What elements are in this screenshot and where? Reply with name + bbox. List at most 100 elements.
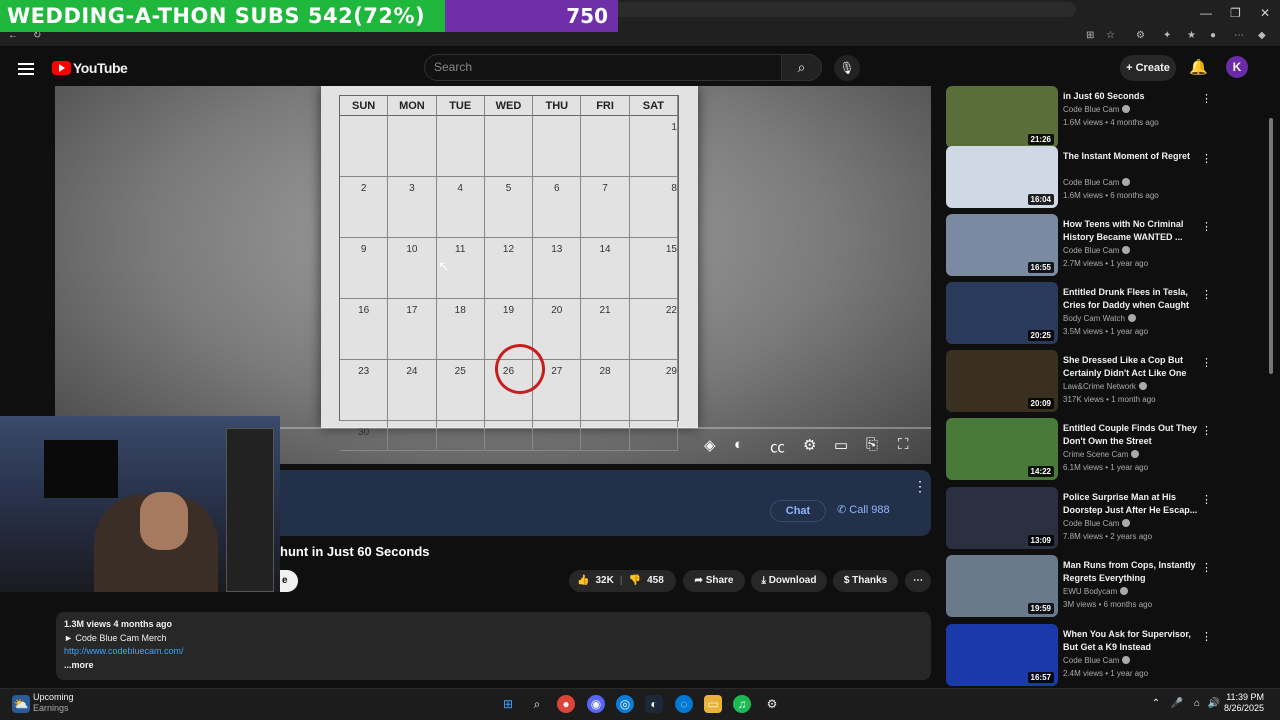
tray-volume-icon[interactable]: 🔊 <box>1205 695 1223 713</box>
more-actions-icon[interactable]: ⋮ <box>1201 630 1212 643</box>
recommended-video[interactable]: 16:04 The Instant Moment of Regret Code Bl… <box>946 146 1222 208</box>
recommended-video[interactable]: 13:09 Police Surprise Man at His Doorstep… <box>946 487 1222 549</box>
video-thumbnail[interactable]: 16:57 <box>946 624 1058 686</box>
clock[interactable]: 11:39 PM 8/26/2025 <box>1224 692 1264 714</box>
restore-icon[interactable]: ❐ <box>1230 6 1241 20</box>
settings-gear-icon[interactable]: ⚙ <box>803 436 816 454</box>
cast-icon[interactable]: ⎘ <box>866 436 878 453</box>
banner-more-icon[interactable]: ⋮ <box>913 478 927 495</box>
chat-button[interactable]: Chat <box>770 500 826 522</box>
recommended-title[interactable]: How Teens with No Criminal History Becam… <box>1063 218 1203 244</box>
channel-name[interactable]: Code Blue Cam <box>1063 656 1131 665</box>
more-actions-icon[interactable]: ⋮ <box>1201 92 1212 105</box>
video-thumbnail[interactable]: 19:59 <box>946 555 1058 617</box>
recommended-video[interactable]: 16:57 When You Ask for Supervisor, But Ge… <box>946 624 1222 686</box>
description-box[interactable]: 1.3M views 4 months ago ► Code Blue Cam … <box>56 612 931 680</box>
hamburger-menu-icon[interactable] <box>18 61 34 75</box>
merch-link[interactable]: http://www.codebluecam.com/ <box>64 645 923 659</box>
more-actions-icon[interactable]: ⋮ <box>1201 220 1212 233</box>
show-more-link[interactable]: ...more <box>64 659 923 673</box>
more-actions-icon[interactable]: ⋮ <box>1201 152 1212 165</box>
share-button[interactable]: ➦ Share <box>683 570 745 592</box>
discord-icon[interactable]: ◉ <box>587 695 605 713</box>
tray-chevron-icon[interactable]: ⌃ <box>1147 695 1165 713</box>
video-player[interactable]: SUN MON TUE WED THU FRI SAT 1 2 3 4 5 6 7 8 9 10 11 12 13 14… <box>55 86 931 464</box>
extensions-icon[interactable]: ✦ <box>1163 30 1171 41</box>
close-icon[interactable]: ✕ <box>1260 6 1270 20</box>
recommended-title[interactable]: The Instant Moment of Regret <box>1063 150 1203 163</box>
call-988-button[interactable]: ✆ Call 988 <box>837 503 890 516</box>
notifications-bell-icon[interactable]: 🔔 <box>1189 58 1208 76</box>
recommended-title[interactable]: Police Surprise Man at His Doorstep Just… <box>1063 491 1203 517</box>
tray-network-icon[interactable]: ⌂ <box>1188 695 1206 713</box>
tray-mic-icon[interactable]: 🎤 <box>1168 695 1186 713</box>
copilot-icon[interactable]: ◆ <box>1258 30 1266 41</box>
search-taskbar-icon[interactable]: ⌕ <box>528 695 546 713</box>
recommended-title[interactable]: When You Ask for Supervisor, But Get a K… <box>1063 628 1203 654</box>
widget-text[interactable]: Upcoming Earnings <box>33 692 74 714</box>
video-thumbnail[interactable]: 20:09 <box>946 350 1058 412</box>
dislike-count[interactable]: 458 <box>647 570 664 592</box>
more-icon[interactable]: ⋯ <box>1234 30 1244 41</box>
like-count[interactable]: 32K <box>595 570 613 592</box>
video-thumbnail[interactable]: 16:04 <box>946 146 1058 208</box>
recommended-video[interactable]: 19:59 Man Runs from Cops, Instantly Regre… <box>946 555 1222 617</box>
autoplay-toggle-icon[interactable]: ◐ <box>734 436 743 453</box>
more-actions-icon[interactable]: ⋮ <box>1201 288 1212 301</box>
recommended-title[interactable]: in Just 60 Seconds <box>1063 90 1203 103</box>
widget-icon[interactable]: ⛅ <box>12 695 30 713</box>
video-thumbnail[interactable]: 20:25 <box>946 282 1058 344</box>
channel-name[interactable]: EWU Bodycam <box>1063 587 1129 596</box>
more-actions-icon[interactable]: ⋮ <box>1201 493 1212 506</box>
theater-mode-icon[interactable]: ▭ <box>834 436 848 454</box>
scrollbar[interactable] <box>1269 118 1273 374</box>
fullscreen-icon[interactable]: ⛶ <box>898 436 909 453</box>
video-thumbnail[interactable]: 14:22 <box>946 418 1058 480</box>
search-icon[interactable]: ⌕ <box>781 54 822 81</box>
microphone-icon[interactable]: 🎙 <box>834 55 860 81</box>
settings-taskbar-icon[interactable]: ⚙ <box>763 695 781 713</box>
recommended-title[interactable]: Entitled Drunk Flees in Tesla, Cries for… <box>1063 286 1203 312</box>
account-avatar[interactable]: K <box>1226 56 1248 78</box>
recommended-title[interactable]: Entitled Couple Finds Out They Don't Own… <box>1063 422 1203 448</box>
video-thumbnail[interactable]: 13:09 <box>946 487 1058 549</box>
create-button[interactable]: + Create <box>1120 55 1176 81</box>
more-actions-icon[interactable]: ⋮ <box>1201 424 1212 437</box>
channel-name[interactable]: Body Cam Watch <box>1063 314 1136 323</box>
recommended-video[interactable]: 21:26 in Just 60 Seconds Code Blue Cam 1.6M… <box>946 86 1222 148</box>
extension-icon[interactable]: ⚙ <box>1136 30 1145 41</box>
file-explorer-icon[interactable]: ▭ <box>704 695 722 713</box>
steam-icon[interactable]: ◐ <box>645 695 663 713</box>
captions-icon[interactable]: ㏄ <box>770 436 785 457</box>
profile-icon[interactable]: ● <box>1210 30 1216 41</box>
search-input[interactable]: Search <box>424 54 782 81</box>
browser-icon[interactable]: ◌ <box>675 695 693 713</box>
video-thumbnail[interactable]: 16:55 <box>946 214 1058 276</box>
channel-name[interactable]: Crime Scene Cam <box>1063 450 1140 459</box>
dislike-icon[interactable]: 👎 <box>629 570 641 592</box>
channel-name[interactable]: Code Blue Cam <box>1063 178 1131 187</box>
youtube-logo[interactable]: YouTube <box>52 60 128 76</box>
channel-name[interactable]: Law&Crime Network <box>1063 382 1147 391</box>
apps-icon[interactable]: ⊞ <box>1086 30 1094 41</box>
channel-name[interactable]: Code Blue Cam <box>1063 105 1131 114</box>
favorite-icon[interactable]: ☆ <box>1106 30 1115 41</box>
channel-name[interactable]: Code Blue Cam <box>1063 519 1131 528</box>
playback-shield-icon[interactable]: ◈ <box>704 436 716 454</box>
channel-name[interactable]: Code Blue Cam <box>1063 246 1131 255</box>
recommended-video[interactable]: 20:09 She Dressed Like a Cop But Certainl… <box>946 350 1222 412</box>
recommended-video[interactable]: 20:25 Entitled Drunk Flees in Tesla, Crie… <box>946 282 1222 344</box>
thanks-button[interactable]: $ Thanks <box>833 570 898 592</box>
edge-icon[interactable]: ◎ <box>616 695 634 713</box>
favorites-bar-icon[interactable]: ★ <box>1187 30 1196 41</box>
spotify-icon[interactable]: ♫ <box>733 695 751 713</box>
minimize-icon[interactable]: — <box>1200 6 1212 20</box>
recommended-video[interactable]: 14:22 Entitled Couple Finds Out They Don'… <box>946 418 1222 480</box>
chrome-icon[interactable]: ● <box>557 695 575 713</box>
like-icon[interactable]: 👍 <box>577 570 589 592</box>
video-thumbnail[interactable]: 21:26 <box>946 86 1058 148</box>
video-more-button[interactable]: ⋯ <box>905 570 931 592</box>
recommended-video[interactable]: 16:55 How Teens with No Criminal History … <box>946 214 1222 276</box>
recommended-title[interactable]: She Dressed Like a Cop But Certainly Did… <box>1063 354 1203 380</box>
download-button[interactable]: ⤓ Download <box>751 570 827 592</box>
